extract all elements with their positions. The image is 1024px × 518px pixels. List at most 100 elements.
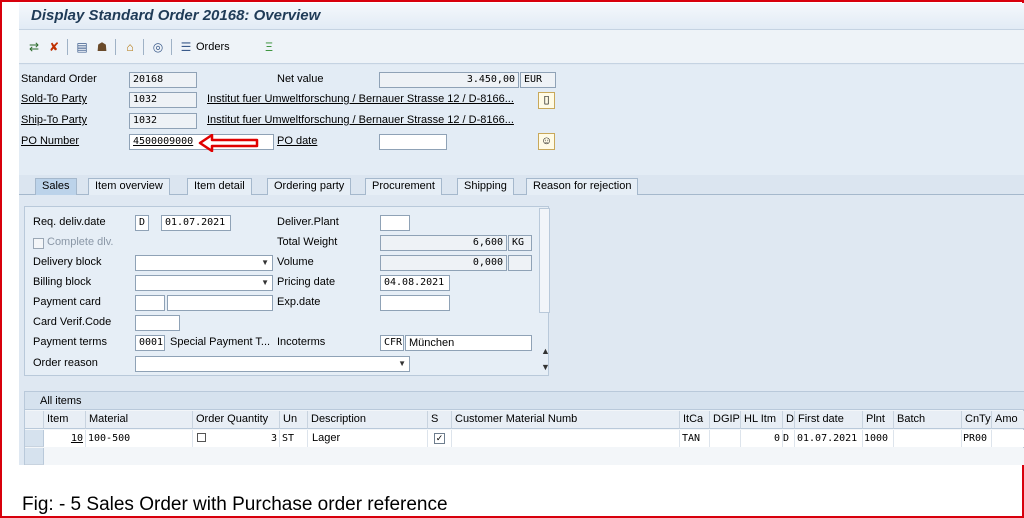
cell-itca[interactable]: TAN bbox=[680, 430, 710, 447]
sap-window: Display Standard Order 20168: Overview ⇄… bbox=[19, 3, 1024, 465]
req-deliv-date-field[interactable]: 01.07.2021 bbox=[161, 215, 231, 231]
display-change-icon[interactable]: ⇄ bbox=[27, 39, 41, 55]
exp-date-field[interactable] bbox=[380, 295, 450, 311]
cell-first-date[interactable]: 01.07.2021 bbox=[795, 430, 863, 447]
delivery-block-dropdown[interactable]: ▼ bbox=[135, 255, 273, 271]
standard-order-field[interactable]: 20168 bbox=[129, 72, 197, 88]
column-header-plnt[interactable]: Plnt bbox=[863, 411, 894, 429]
items-table: All items Item Material Order Quantity U… bbox=[24, 391, 1024, 465]
orders-button[interactable]: ☰ Orders bbox=[179, 39, 230, 55]
checkmark-icon[interactable]: ✓ bbox=[434, 433, 445, 444]
payment-card-type-field[interactable] bbox=[135, 295, 165, 311]
column-header-itca[interactable]: ItCa bbox=[680, 411, 710, 429]
tab-item-overview[interactable]: Item overview bbox=[88, 178, 170, 195]
tab-item-detail[interactable]: Item detail bbox=[187, 178, 252, 195]
total-weight-field[interactable]: 6,600 bbox=[380, 235, 507, 251]
column-header-material[interactable]: Material bbox=[86, 411, 193, 429]
tab-sales[interactable]: Sales bbox=[35, 178, 77, 195]
column-header-customer-material[interactable]: Customer Material Numb bbox=[452, 411, 680, 429]
cell-item[interactable]: 10 bbox=[44, 430, 86, 447]
column-header-first-date[interactable]: First date bbox=[795, 411, 863, 429]
cell-dgip[interactable] bbox=[710, 430, 741, 447]
ship-to-field[interactable]: 1032 bbox=[129, 113, 197, 129]
column-header-order-quantity[interactable]: Order Quantity bbox=[193, 411, 280, 429]
cell-order-quantity[interactable]: 3 bbox=[193, 430, 280, 447]
document-flow-icon[interactable]: ▤ bbox=[75, 39, 89, 55]
column-header-hl-itm[interactable]: HL Itm bbox=[741, 411, 783, 429]
complete-dlv-checkbox[interactable] bbox=[33, 238, 44, 249]
pricing-date-field[interactable]: 04.08.2021 bbox=[380, 275, 450, 291]
net-value-field[interactable]: 3.450,00 bbox=[379, 72, 519, 88]
document-icon[interactable]: ▯ bbox=[538, 92, 555, 109]
scroll-up-icon[interactable]: ▲ bbox=[541, 346, 550, 356]
row-selector[interactable] bbox=[25, 430, 44, 447]
panel-scrollbar[interactable] bbox=[539, 208, 550, 313]
cell-hl-itm[interactable]: 0 bbox=[741, 430, 783, 447]
billing-block-dropdown[interactable]: ▼ bbox=[135, 275, 273, 291]
table-row[interactable]: 10 100-500 3 ST Lager ✓ TAN 0 D 01.07.20… bbox=[25, 430, 1024, 447]
po-date-label: PO date bbox=[277, 135, 318, 147]
column-header-batch[interactable]: Batch bbox=[894, 411, 962, 429]
sold-to-address[interactable]: Institut fuer Umweltforschung / Bernauer… bbox=[207, 93, 514, 105]
tab-shipping[interactable]: Shipping bbox=[457, 178, 514, 195]
cell-material[interactable]: 100-500 bbox=[86, 430, 193, 447]
ship-to-address[interactable]: Institut fuer Umweltforschung / Bernauer… bbox=[207, 114, 514, 126]
cell-description[interactable]: Lager bbox=[308, 430, 428, 447]
window-title: Display Standard Order 20168: Overview bbox=[31, 7, 321, 24]
select-all-column[interactable] bbox=[25, 411, 44, 429]
order-reason-dropdown[interactable]: ▼ bbox=[135, 356, 410, 372]
volume-field[interactable]: 0,000 bbox=[380, 255, 507, 271]
cell-plnt[interactable]: 1000 bbox=[863, 430, 894, 447]
sold-to-field[interactable]: 1032 bbox=[129, 92, 197, 108]
status-icon[interactable]: ◎ bbox=[151, 39, 165, 55]
tab-ordering-party[interactable]: Ordering party bbox=[267, 178, 352, 195]
tab-procurement[interactable]: Procurement bbox=[365, 178, 442, 195]
card-verif-field[interactable] bbox=[135, 315, 180, 331]
sold-to-label[interactable]: Sold-To Party bbox=[21, 93, 87, 105]
cell-order-quantity-value: 3 bbox=[270, 433, 277, 444]
po-date-field[interactable] bbox=[379, 134, 447, 150]
column-header-item[interactable]: Item bbox=[44, 411, 86, 429]
row-selector[interactable] bbox=[25, 448, 44, 465]
column-header-un[interactable]: Un bbox=[280, 411, 308, 429]
payment-terms-code-field[interactable]: 0001 bbox=[135, 335, 165, 351]
tab-reason-for-rejection[interactable]: Reason for rejection bbox=[526, 178, 639, 195]
config-icon[interactable]: Ξ bbox=[262, 39, 276, 55]
card-verif-label: Card Verif.Code bbox=[33, 316, 112, 328]
cell-un[interactable]: ST bbox=[280, 430, 308, 447]
column-header-s[interactable]: S bbox=[428, 411, 452, 429]
column-header-d[interactable]: D bbox=[783, 411, 795, 429]
list-icon: ☰ bbox=[180, 40, 192, 54]
cell-customer-material[interactable] bbox=[452, 430, 680, 447]
cell-batch[interactable] bbox=[894, 430, 962, 447]
column-header-dgip[interactable]: DGIP bbox=[710, 411, 741, 429]
copy-icon[interactable] bbox=[197, 433, 206, 442]
title-bar: Display Standard Order 20168: Overview bbox=[19, 3, 1024, 30]
delete-icon[interactable]: ✘ bbox=[47, 39, 61, 55]
deliver-plant-field[interactable] bbox=[380, 215, 410, 231]
table-row[interactable] bbox=[25, 448, 1024, 465]
currency-field[interactable]: EUR bbox=[520, 72, 556, 88]
volume-unit-field[interactable] bbox=[508, 255, 532, 271]
cell-cnty[interactable]: PR00 bbox=[962, 430, 992, 447]
column-header-amount[interactable]: Amo bbox=[992, 411, 1024, 429]
payment-card-field[interactable] bbox=[167, 295, 273, 311]
ship-to-label[interactable]: Ship-To Party bbox=[21, 114, 87, 126]
column-header-cnty[interactable]: CnTy bbox=[962, 411, 992, 429]
volume-label: Volume bbox=[277, 256, 314, 268]
payment-terms-text: Special Payment T... bbox=[170, 336, 271, 348]
incoterms-place-field[interactable]: München bbox=[405, 335, 532, 351]
incoterms-code-field[interactable]: CFR bbox=[380, 335, 404, 351]
req-deliv-type-field[interactable]: D bbox=[135, 215, 149, 231]
scroll-down-icon[interactable]: ▼ bbox=[541, 362, 550, 372]
header-icon[interactable]: ⌂ bbox=[123, 39, 137, 55]
contact-icon[interactable]: ☺ bbox=[538, 133, 555, 150]
column-header-description[interactable]: Description bbox=[308, 411, 428, 429]
weight-unit-field[interactable]: KG bbox=[508, 235, 532, 251]
red-arrow-annotation bbox=[198, 134, 259, 152]
partner-icon[interactable]: ☗ bbox=[95, 39, 109, 55]
order-reason-label: Order reason bbox=[33, 357, 98, 369]
sales-panel: Req. deliv.date D 01.07.2021 Deliver.Pla… bbox=[24, 206, 549, 376]
cell-s[interactable]: ✓ bbox=[428, 430, 452, 447]
cell-d[interactable]: D bbox=[783, 430, 795, 447]
